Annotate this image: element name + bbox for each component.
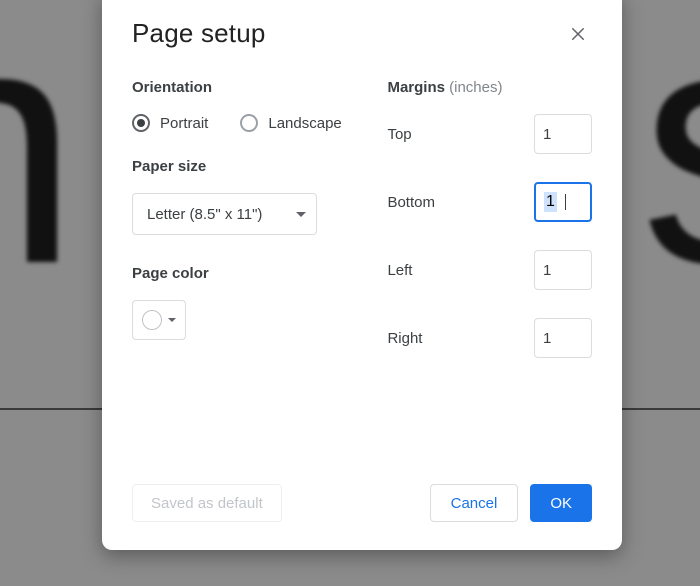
margin-right-field[interactable] — [543, 330, 583, 347]
page-color-picker[interactable] — [132, 300, 186, 340]
radio-icon-unchecked — [240, 114, 258, 132]
orientation-landscape-radio[interactable]: Landscape — [240, 114, 341, 132]
paper-size-dropdown[interactable]: Letter (8.5" x 11") — [132, 193, 317, 235]
radio-icon-checked — [132, 114, 150, 132]
margins-label: Margins (inches) — [387, 79, 592, 96]
page-color-label: Page color — [132, 265, 377, 282]
background-glyph-left: n — [0, 0, 79, 341]
margin-top-field[interactable] — [543, 126, 583, 143]
margin-top-input[interactable] — [534, 114, 592, 154]
close-icon — [569, 25, 587, 43]
margin-top-label: Top — [387, 126, 411, 143]
margin-bottom-input[interactable]: 1 — [534, 182, 592, 222]
paper-size-value: Letter (8.5" x 11") — [147, 206, 262, 223]
orientation-portrait-radio[interactable]: Portrait — [132, 114, 208, 132]
margin-left-field[interactable] — [543, 262, 583, 279]
caret-down-icon — [296, 212, 306, 217]
text-cursor-icon — [565, 194, 566, 210]
margin-left-input[interactable] — [534, 250, 592, 290]
orientation-portrait-label: Portrait — [160, 115, 208, 132]
margin-right-label: Right — [387, 330, 422, 347]
caret-down-icon — [168, 318, 176, 322]
saved-as-default-button[interactable]: Saved as default — [132, 484, 282, 522]
orientation-label: Orientation — [132, 79, 377, 96]
ok-button[interactable]: OK — [530, 484, 592, 522]
margin-bottom-value: 1 — [544, 192, 557, 212]
cancel-button[interactable]: Cancel — [430, 484, 519, 522]
page-setup-dialog: Page setup Orientation Portrait Landscap… — [102, 0, 622, 550]
margin-bottom-label: Bottom — [387, 194, 435, 211]
page-color-swatch — [142, 310, 162, 330]
background-glyph-right: s — [640, 0, 700, 341]
margin-right-input[interactable] — [534, 318, 592, 358]
dialog-title: Page setup — [132, 18, 266, 49]
margins-hint: (inches) — [449, 79, 502, 96]
orientation-landscape-label: Landscape — [268, 115, 341, 132]
paper-size-label: Paper size — [132, 158, 377, 175]
margin-left-label: Left — [387, 262, 412, 279]
margins-label-text: Margins — [387, 79, 445, 96]
close-button[interactable] — [564, 20, 592, 48]
